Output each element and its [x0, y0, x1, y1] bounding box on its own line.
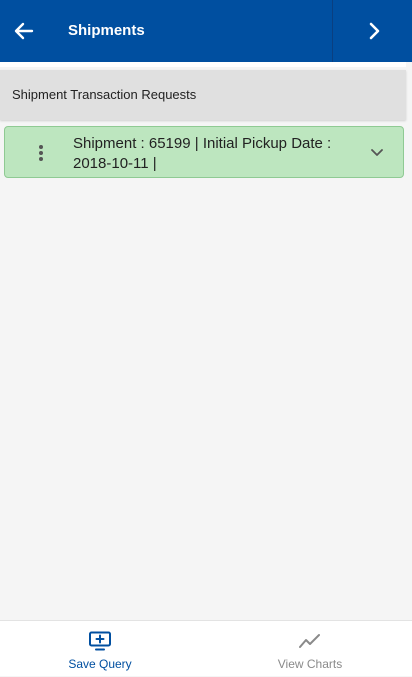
save-query-label: Save Query — [68, 657, 132, 671]
kebab-menu-icon — [39, 145, 43, 161]
add-to-monitor-icon — [89, 631, 111, 651]
results-area — [0, 180, 412, 620]
record-summary: Shipment : 65199 | Initial Pickup Date :… — [73, 135, 332, 172]
view-charts-label: View Charts — [277, 657, 343, 671]
section-header: Shipment Transaction Requests — [0, 70, 406, 120]
arrow-left-icon — [14, 22, 34, 40]
expand-record-button[interactable] — [367, 143, 387, 163]
record-menu-button[interactable] — [31, 140, 51, 166]
save-query-button[interactable]: Save Query — [0, 621, 200, 677]
app-header: Shipments — [0, 0, 412, 62]
chevron-right-icon — [369, 22, 380, 40]
page-title: Shipments — [68, 22, 145, 39]
section-title: Shipment Transaction Requests — [12, 87, 197, 102]
shipment-record[interactable]: Shipment : 65199 | Initial Pickup Date :… — [4, 126, 404, 178]
header-underline — [0, 62, 406, 67]
view-charts-button[interactable]: View Charts — [210, 621, 410, 677]
header-divider — [332, 0, 333, 62]
bottom-toolbar: Save Query View Charts — [0, 620, 412, 676]
line-chart-icon — [299, 634, 320, 648]
back-button[interactable] — [6, 12, 42, 50]
chevron-down-icon — [371, 149, 383, 156]
next-button[interactable] — [354, 12, 394, 50]
